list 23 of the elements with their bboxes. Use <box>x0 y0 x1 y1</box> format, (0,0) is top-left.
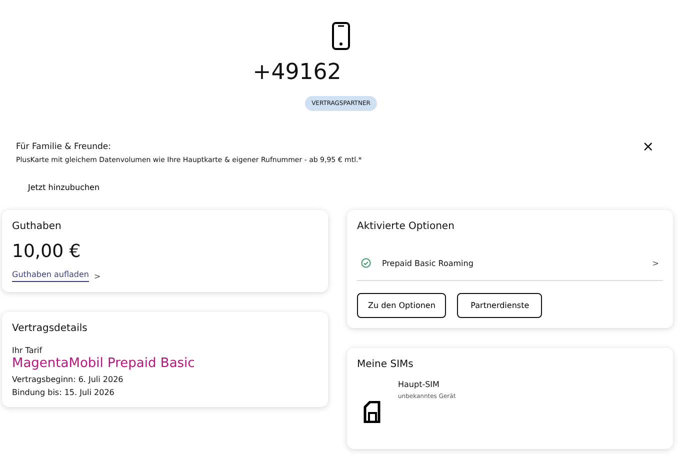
tariff-name: MagentaMobil Prepaid Basic <box>12 356 196 371</box>
card-title: Vertragsdetails <box>12 323 88 334</box>
card-title: Meine SIMs <box>357 359 414 370</box>
tariff-label: Ihr Tarif <box>12 346 44 355</box>
contract-detail: Bindung bis: 15. Juli 2026 <box>12 388 116 397</box>
sim-card-icon <box>363 401 381 423</box>
option-button[interactable]: Partnerdienste <box>457 293 542 318</box>
phone-number: +49162 <box>252 60 342 86</box>
balance-amount: 10,00 € <box>12 241 82 262</box>
contract-detail: Vertragsbeginn: 6. Juli 2026 <box>12 375 124 384</box>
banner-title: Für Familie & Freunde: <box>16 142 112 152</box>
option-item[interactable]: Prepaid Basic Roaming > <box>357 244 663 281</box>
top-up-link[interactable]: Guthaben aufladen <box>12 270 89 282</box>
sim-name: Haupt-SIM <box>398 380 440 389</box>
option-label: Prepaid Basic Roaming <box>382 258 474 268</box>
chevron-icon: > <box>94 272 101 280</box>
chevron-icon: > <box>652 258 659 268</box>
smartphone-icon <box>332 22 350 50</box>
book-button[interactable]: Jetzt hinzubuchen <box>28 183 100 192</box>
card-title: Aktivierte Optionen <box>357 221 456 232</box>
card-title: Guthaben <box>12 221 62 232</box>
close-button[interactable]: × <box>634 141 662 153</box>
option-button[interactable]: Zu den Optionen <box>357 293 446 318</box>
